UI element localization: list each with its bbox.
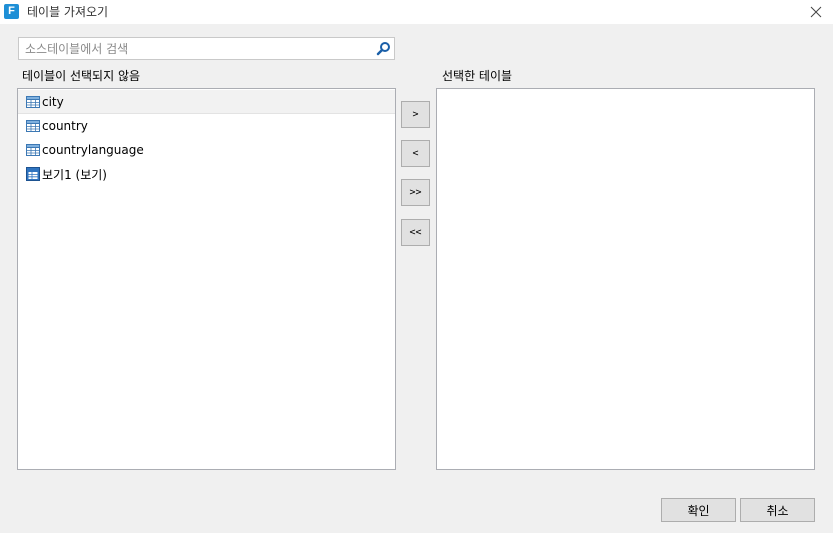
list-item-country[interactable]: country: [18, 114, 395, 138]
list-item-city[interactable]: city: [18, 90, 395, 114]
list-item-label: 보기1 (보기): [42, 167, 107, 182]
search-input[interactable]: [19, 38, 381, 59]
close-button[interactable]: [799, 0, 833, 24]
move-all-right-button[interactable]: >>: [401, 179, 430, 206]
unselected-tables-label: 테이블이 선택되지 않음: [22, 69, 141, 83]
list-item-countrylanguage[interactable]: countrylanguage: [18, 138, 395, 162]
selected-tables-label: 선택한 테이블: [442, 69, 513, 83]
cancel-button[interactable]: 취소: [740, 498, 815, 522]
move-right-button[interactable]: >: [401, 101, 430, 128]
table-icon: [26, 144, 40, 156]
app-icon: F: [4, 4, 19, 19]
list-item-view1[interactable]: 보기1 (보기): [18, 162, 395, 186]
move-all-left-button[interactable]: <<: [401, 219, 430, 246]
table-icon: [26, 120, 40, 132]
selected-table-list[interactable]: [436, 88, 815, 470]
window-title: 테이블 가져오기: [27, 5, 109, 19]
list-item-label: city: [42, 94, 64, 109]
title-bar: F 테이블 가져오기: [0, 0, 833, 24]
list-item-label: country: [42, 119, 88, 133]
source-table-list[interactable]: city country countrylanguage 보기1 (보기): [17, 88, 396, 470]
view-icon: [26, 167, 40, 181]
close-icon: [810, 6, 822, 18]
search-icon[interactable]: [376, 41, 391, 56]
list-item-label: countrylanguage: [42, 143, 144, 157]
move-left-button[interactable]: <: [401, 140, 430, 167]
ok-button[interactable]: 확인: [661, 498, 736, 522]
search-box: [18, 37, 395, 60]
table-icon: [26, 95, 40, 108]
